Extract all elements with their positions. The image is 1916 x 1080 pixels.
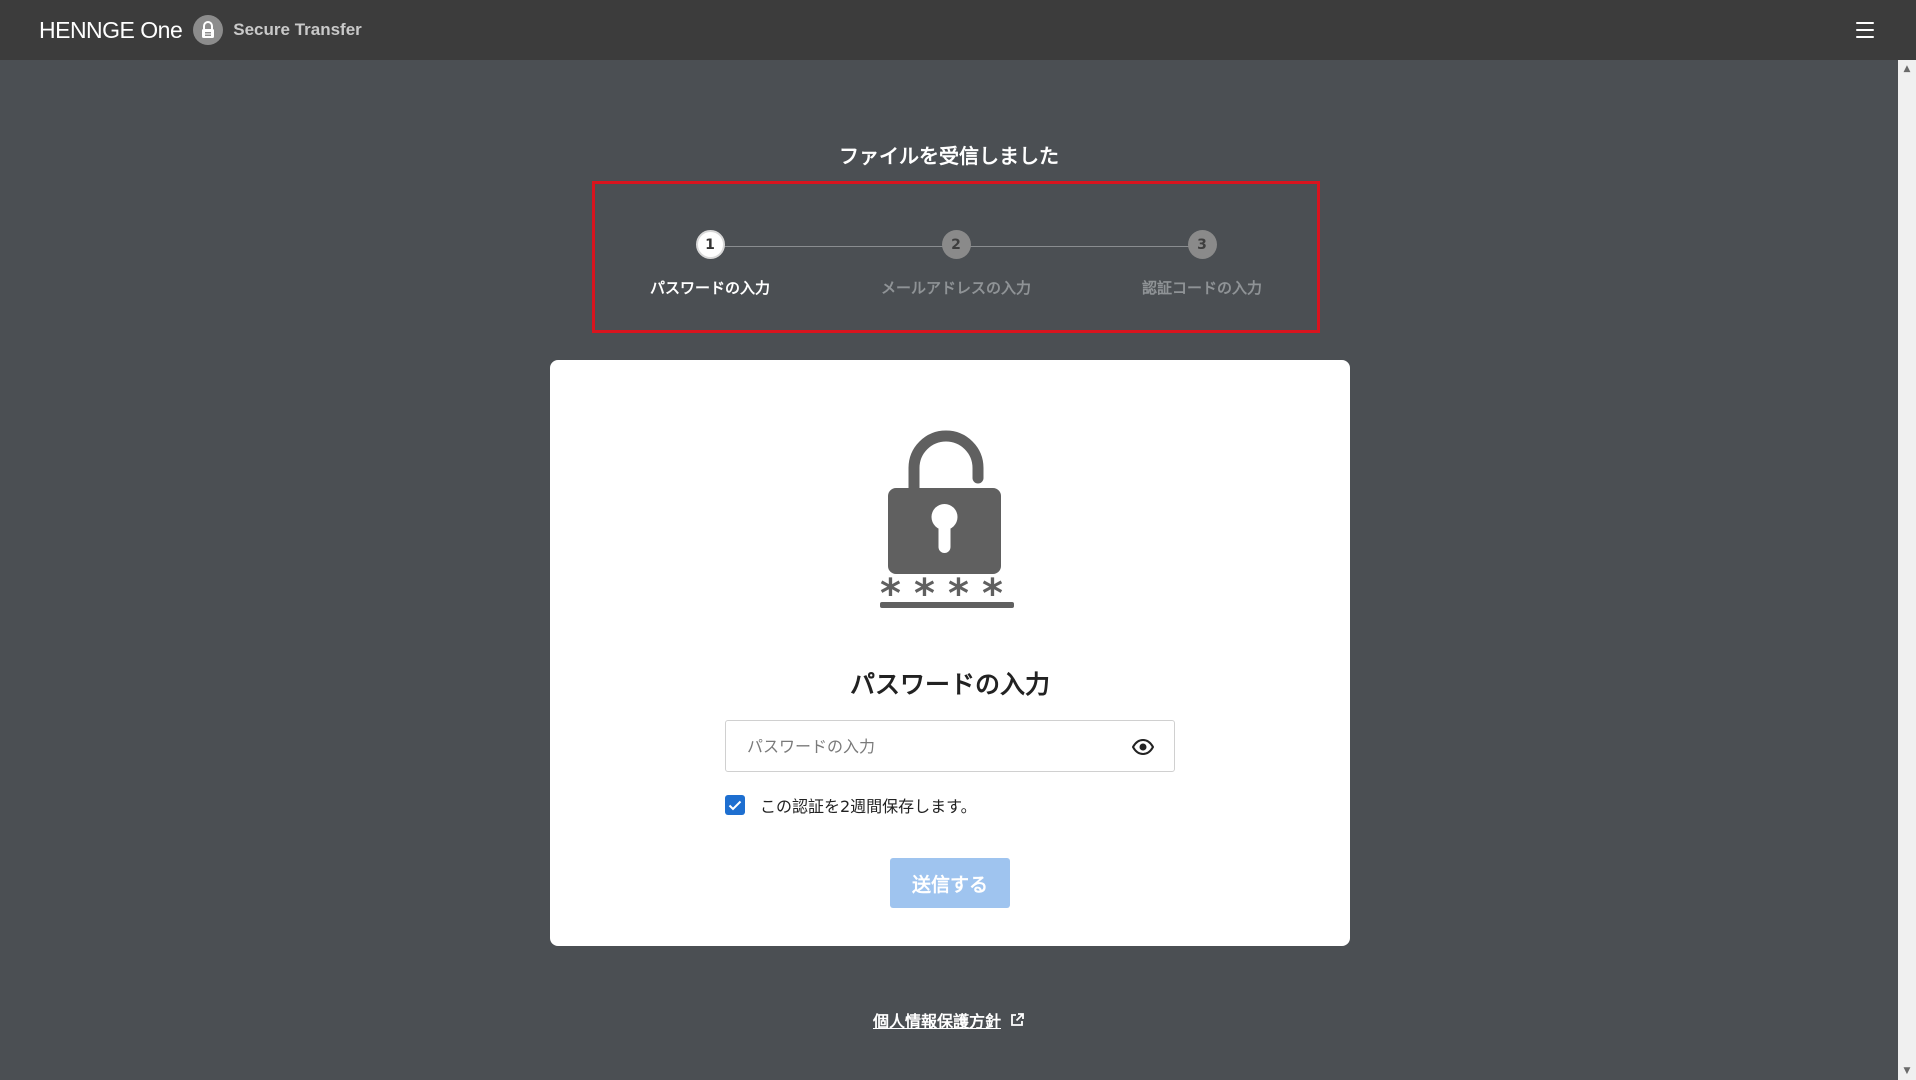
step-label: 認証コードの入力	[1141, 279, 1262, 297]
remember-checkbox[interactable]	[725, 795, 745, 815]
step-number-circle: 2	[941, 230, 971, 259]
step-number-circle: 3	[1187, 230, 1217, 259]
brand[interactable]: HENNGE One Secure Transfer	[39, 14, 362, 46]
padlock-password-icon: * * * *	[880, 430, 1014, 610]
brand-name: HENNGE One	[39, 16, 183, 43]
footer: 個人情報保護方針	[0, 1008, 1898, 1032]
progress-stepper: 1 パスワードの入力 2 メールアドレスの入力 3 認証コードの入力	[592, 181, 1320, 333]
submit-button[interactable]: 送信する	[890, 858, 1010, 908]
password-field	[725, 720, 1175, 772]
lock-badge-icon	[193, 15, 224, 45]
scroll-down-arrow-icon[interactable]: ▼	[1898, 1062, 1916, 1080]
step-label: メールアドレスの入力	[880, 279, 1031, 297]
step-label: パスワードの入力	[649, 279, 770, 297]
remember-label[interactable]: この認証を2週間保存します。	[760, 793, 977, 817]
hamburger-menu-icon[interactable]	[1854, 20, 1876, 40]
password-input[interactable]	[726, 721, 1116, 771]
privacy-policy-link[interactable]: 個人情報保護方針	[873, 1008, 1001, 1032]
step-2: 2 メールアドレスの入力	[856, 230, 1056, 298]
page-scrollbar[interactable]: ▲ ▼	[1898, 60, 1916, 1080]
page-heading: ファイルを受信しました	[839, 144, 1059, 168]
eye-icon[interactable]	[1132, 736, 1154, 758]
card-title: パスワードの入力	[849, 670, 1050, 699]
step-3: 3 認証コードの入力	[1102, 230, 1302, 298]
step-1: 1 パスワードの入力	[610, 230, 810, 298]
external-link-icon[interactable]	[1009, 1012, 1025, 1028]
top-bar: HENNGE One Secure Transfer	[0, 0, 1916, 60]
password-card: * * * * パスワードの入力 この認証を2週間保存します。 送信する	[550, 360, 1350, 946]
scroll-up-arrow-icon[interactable]: ▲	[1898, 60, 1916, 78]
product-name: Secure Transfer	[233, 20, 362, 39]
remember-row: この認証を2週間保存します。	[725, 794, 977, 816]
step-number-circle: 1	[695, 230, 725, 259]
